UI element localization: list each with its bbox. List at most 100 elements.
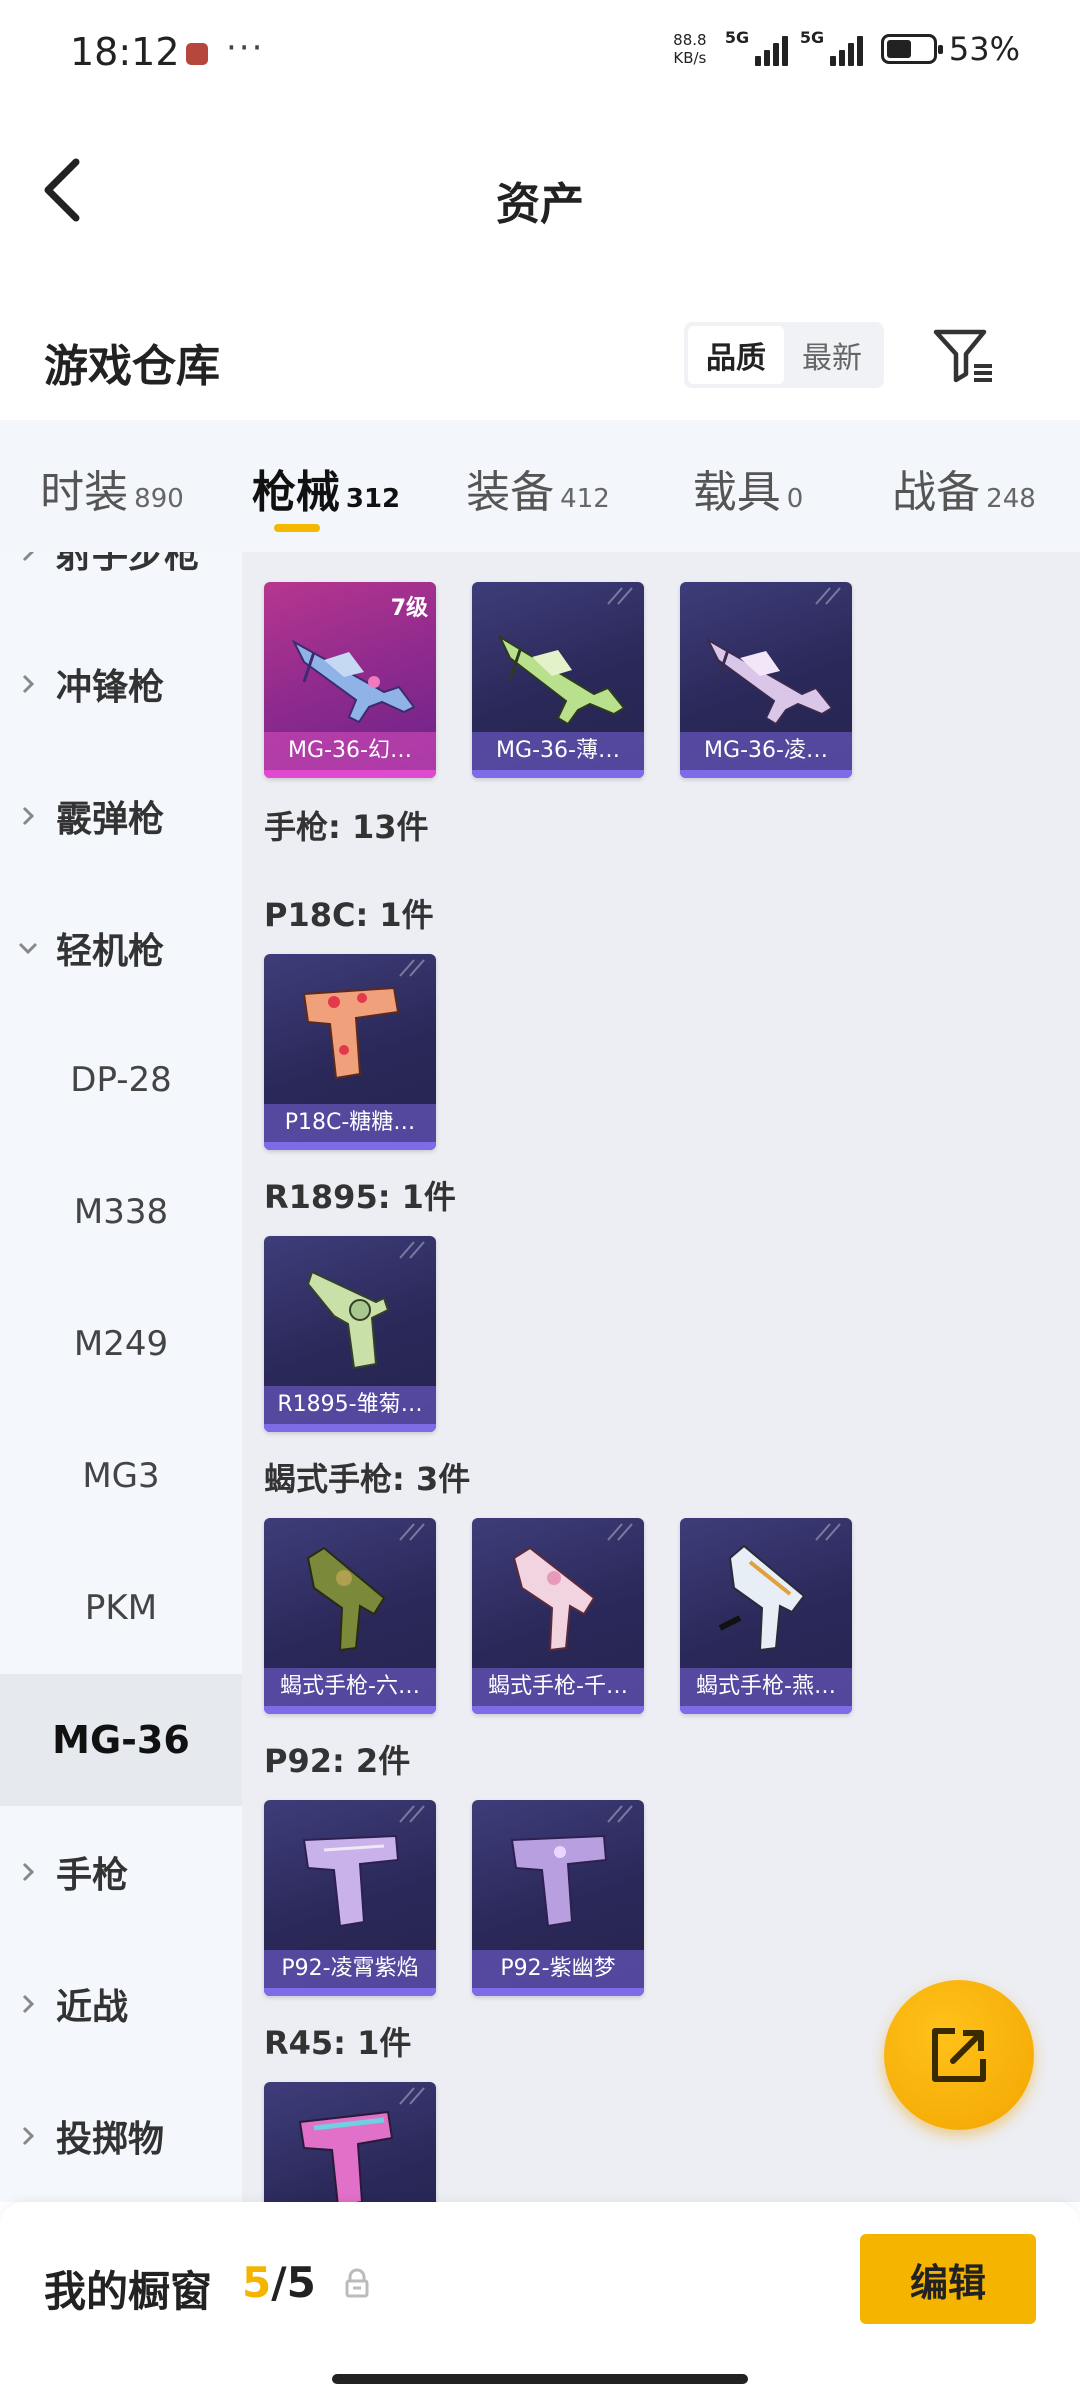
skin-card[interactable]: 蝎式手枪-六… — [264, 1518, 436, 1714]
skin-name: MG-36-凌… — [680, 732, 852, 770]
revolver-skin-image — [298, 2110, 394, 2202]
smg-skin-image — [306, 1546, 386, 1652]
tab-equipment[interactable]: 装备 412 — [428, 420, 648, 552]
sidebar-item-marksman-rifle[interactable]: 射手步枪 — [0, 552, 242, 618]
filter-icon — [933, 329, 992, 383]
chevron-right-icon — [0, 2124, 56, 2148]
sidebar-item-melee[interactable]: 近战 — [0, 1938, 242, 2070]
rarity-bar — [680, 1706, 852, 1714]
group-title: 蝎式手枪: 3件 — [264, 1460, 471, 1498]
tab-label: 载具 — [692, 467, 781, 518]
sidebar-subitem-label: MG3 — [82, 1456, 160, 1496]
section-header: 游戏仓库 品质 最新 — [0, 300, 1080, 420]
sidebar-item-shotgun[interactable]: 霰弹枪 — [0, 750, 242, 882]
sort-quality-button[interactable]: 品质 — [688, 326, 784, 384]
signal-icon-2: 5G — [800, 28, 863, 66]
chevron-right-icon — [0, 672, 56, 696]
lock-icon — [345, 2268, 369, 2298]
skin-name: P92-紫幽梦 — [472, 1950, 644, 1988]
tab-count: 890 — [134, 484, 184, 514]
rarity-bar — [680, 770, 852, 778]
sidebar-item-label: 冲锋枪 — [56, 667, 165, 708]
sidebar-item-pistol[interactable]: 手枪 — [0, 1806, 242, 1938]
network-speed: 88.8 KB/s — [667, 31, 713, 67]
sidebar-subitem-label: M249 — [73, 1324, 169, 1364]
showcase-slash: / — [271, 2258, 287, 2307]
skin-name: MG-36-幻… — [264, 732, 436, 770]
sidebar-subitem-label: PKM — [84, 1588, 158, 1628]
skin-card[interactable]: P92-紫幽梦 — [472, 1800, 644, 1996]
filter-button[interactable] — [930, 322, 996, 388]
rarity-bar — [264, 770, 436, 778]
rarity-bar — [264, 1142, 436, 1150]
skin-name: MG-36-薄… — [472, 732, 644, 770]
status-indicators: 88.8 KB/s 5G 5G 53% — [667, 28, 1020, 68]
tab-firearms[interactable]: 枪械 312 — [224, 420, 428, 552]
group-title: R45: 1件 — [264, 2024, 412, 2062]
skin-card[interactable]: MG-36-薄… — [472, 582, 644, 778]
rarity-bar — [472, 770, 644, 778]
tab-label: 装备 — [466, 467, 555, 518]
sort-toggle: 品质 最新 — [684, 322, 884, 388]
lmg-skin-image — [705, 637, 834, 726]
chevron-right-icon — [0, 552, 56, 564]
sidebar-subitem-label: M338 — [73, 1192, 169, 1232]
sidebar-item-smg[interactable]: 冲锋枪 — [0, 618, 242, 750]
chevron-right-icon — [0, 1860, 56, 1884]
group-title: R1895: 1件 — [264, 1178, 456, 1216]
sidebar-item-label: 霰弹枪 — [56, 799, 165, 840]
edit-button[interactable]: 编辑 — [860, 2234, 1036, 2324]
sidebar-item-throwable[interactable]: 投掷物 — [0, 2070, 242, 2202]
tab-supplies[interactable]: 战备 248 — [848, 420, 1080, 552]
skin-name: R1895-雏菊… — [264, 1386, 436, 1424]
sort-newest-button[interactable]: 最新 — [784, 326, 880, 384]
skin-card[interactable]: R1895-雏菊… — [264, 1236, 436, 1432]
battery-icon — [880, 34, 943, 64]
nav-bar: 资产 — [0, 110, 1080, 270]
skin-card[interactable]: 蝎式手枪-千… — [472, 1518, 644, 1714]
sidebar-subitem-m338[interactable]: M338 — [0, 1146, 242, 1278]
tab-vehicles[interactable]: 载具 0 — [648, 420, 848, 552]
network-speed-value: 88.8 — [673, 31, 707, 49]
sidebar-subitem-mg3[interactable]: MG3 — [0, 1410, 242, 1542]
battery-percent: 53% — [948, 30, 1020, 68]
skin-card[interactable] — [264, 2082, 436, 2202]
skin-name: 蝎式手枪-千… — [472, 1668, 644, 1706]
skin-name: 蝎式手枪-六… — [264, 1668, 436, 1706]
skin-card[interactable]: MG-36-凌… — [680, 582, 852, 778]
tab-count: 0 — [786, 484, 804, 514]
active-tab-indicator — [274, 524, 320, 532]
tab-label: 战备 — [892, 467, 981, 518]
chevron-down-icon — [0, 938, 56, 958]
sidebar-subitem-pkm[interactable]: PKM — [0, 1542, 242, 1674]
rarity-bar — [264, 1706, 436, 1714]
signal-icon: 5G — [725, 28, 788, 66]
sidebar-subitem-m249[interactable]: M249 — [0, 1278, 242, 1410]
sidebar-item-label: 轻机枪 — [56, 931, 165, 972]
skin-card[interactable]: 蝎式手枪-燕… — [680, 1518, 852, 1714]
showcase-current: 5 — [242, 2258, 272, 2307]
share-button[interactable] — [884, 1980, 1034, 2130]
skin-card[interactable]: 7级 MG-36-幻… — [264, 582, 436, 778]
sidebar-subitem-dp28[interactable]: DP-28 — [0, 1014, 242, 1146]
home-indicator[interactable] — [332, 2374, 748, 2384]
skin-name: 蝎式手枪-燕… — [680, 1668, 852, 1706]
tab-label: 枪械 — [251, 467, 340, 518]
more-notifications-icon: ··· — [226, 28, 265, 68]
sidebar-subitem-label: DP-28 — [70, 1060, 172, 1100]
rarity-bar — [264, 1988, 436, 1996]
skin-name: P18C-糖糖… — [264, 1104, 436, 1142]
skin-card[interactable]: P92-凌霄紫焰 — [264, 1800, 436, 1996]
network-speed-unit: KB/s — [673, 49, 707, 67]
sidebar-subitem-label: MG-36 — [52, 1718, 190, 1762]
smg-skin-image — [512, 1546, 596, 1652]
sidebar-subitem-mg36[interactable]: MG-36 — [0, 1674, 242, 1806]
page-title: 资产 — [496, 179, 584, 230]
notification-app-icon — [186, 43, 208, 65]
tab-fashion[interactable]: 时装 890 — [0, 420, 224, 552]
skin-card[interactable]: P18C-糖糖… — [264, 954, 436, 1150]
skin-name: P92-凌霄紫焰 — [264, 1950, 436, 1988]
status-bar: 18:12 ··· 88.8 KB/s 5G 5G 53% — [0, 0, 1080, 110]
chevron-right-icon — [0, 804, 56, 828]
sidebar-item-lmg[interactable]: 轻机枪 — [0, 882, 242, 1014]
